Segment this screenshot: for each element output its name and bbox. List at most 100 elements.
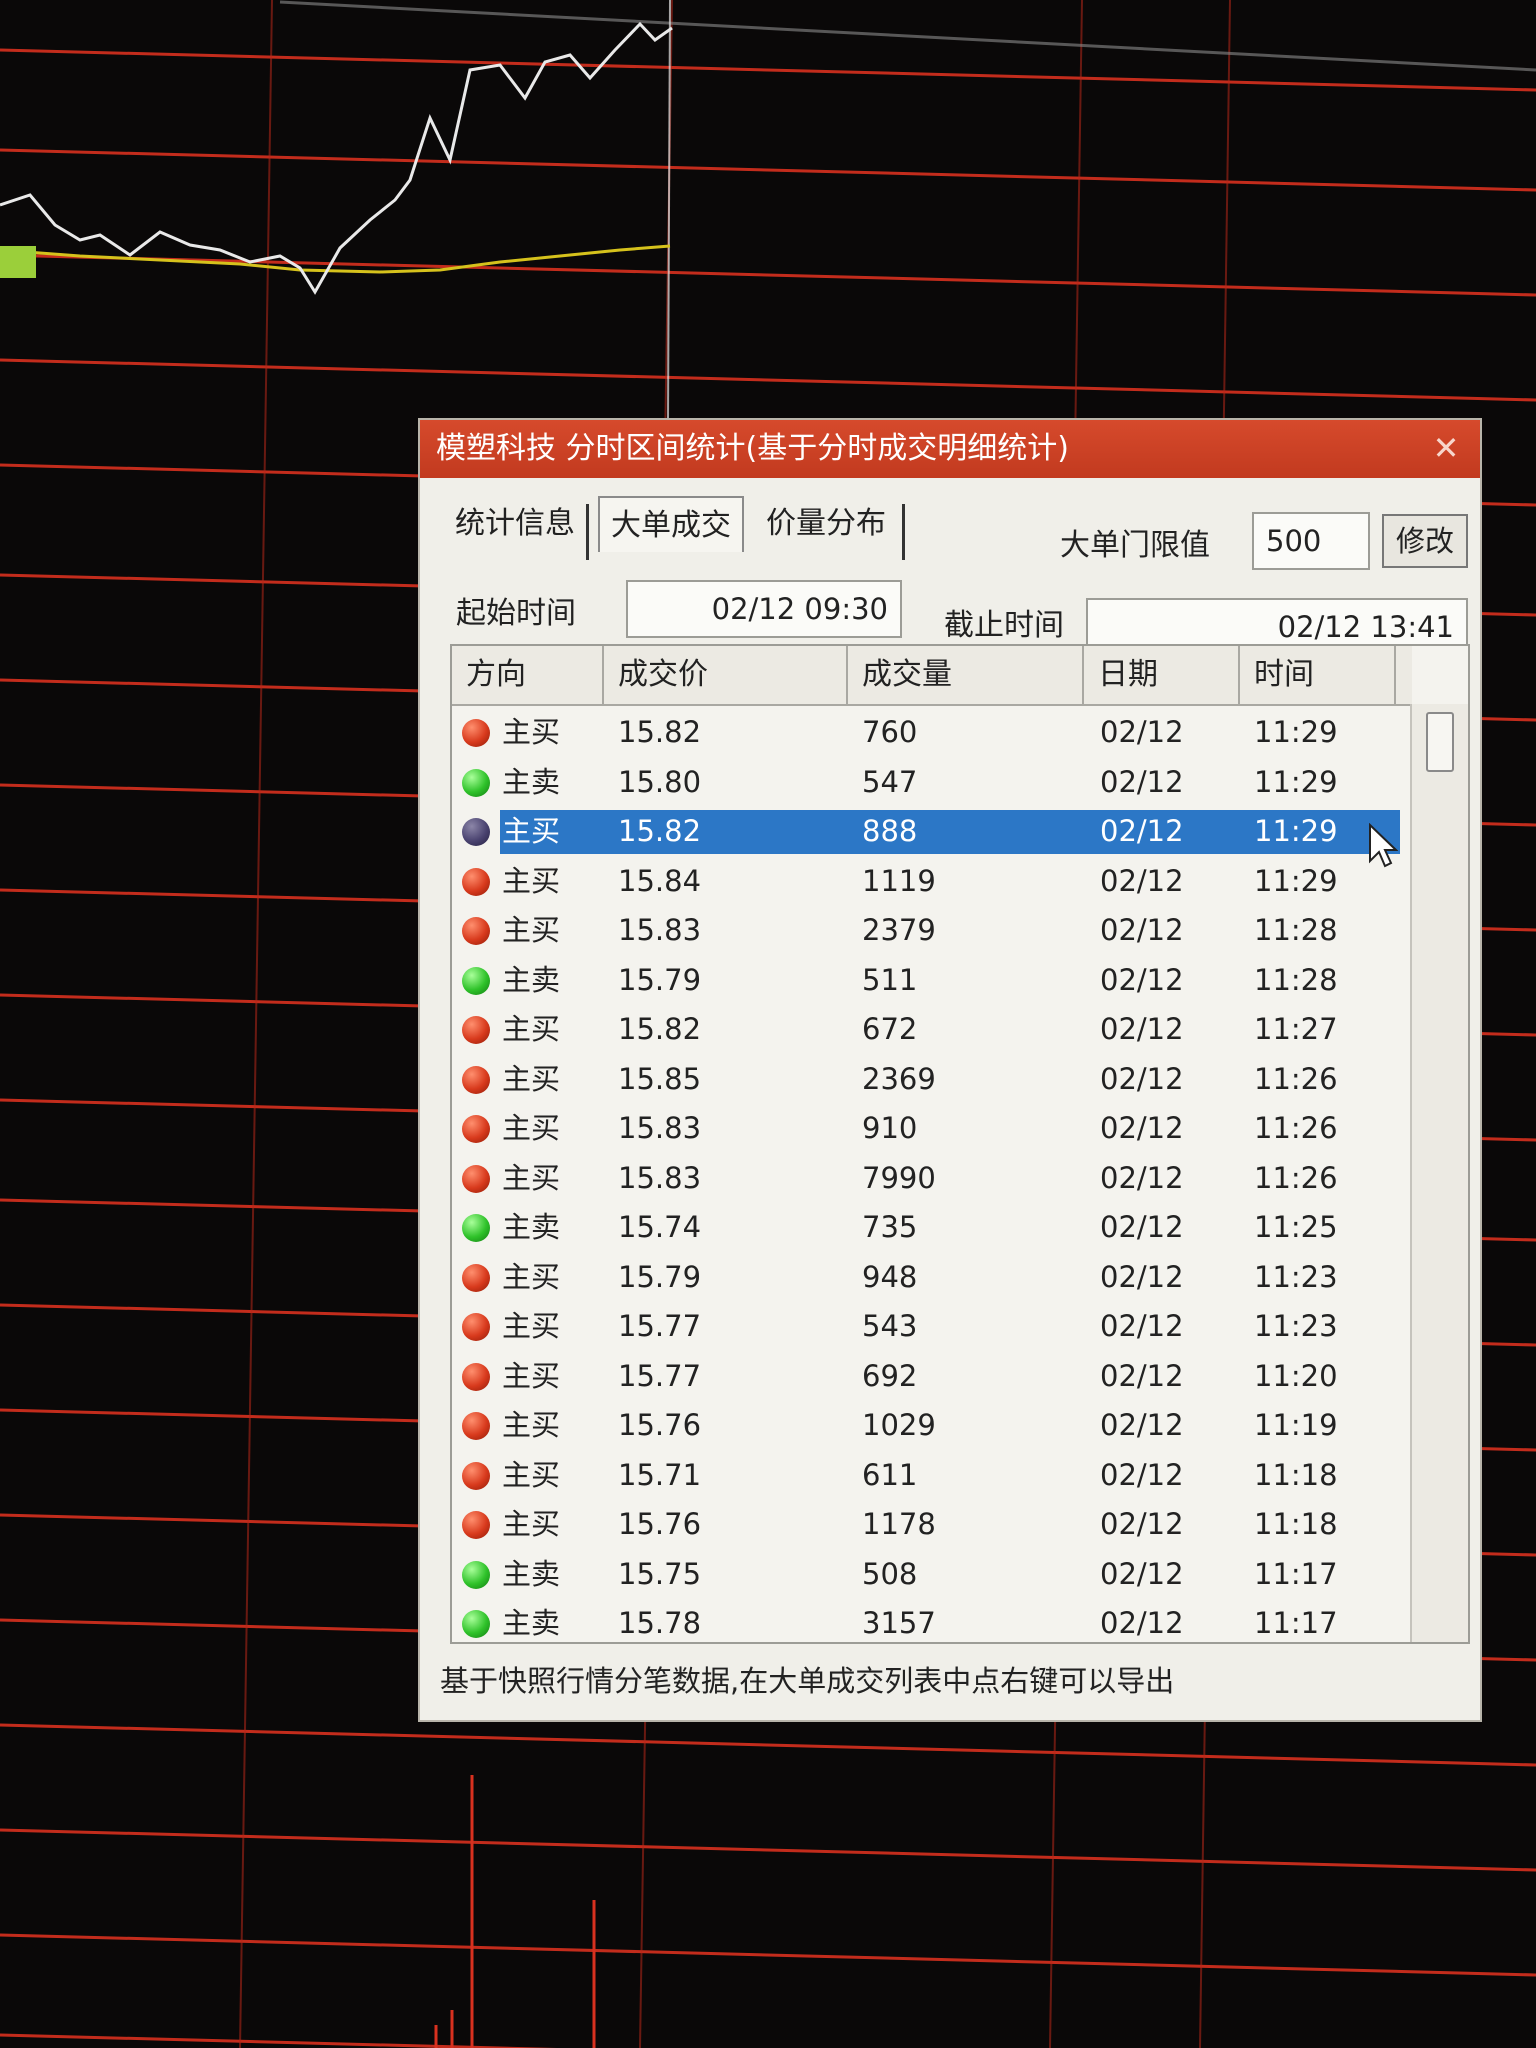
table-row[interactable]: 主卖 15.75 508 02/12 11:17 [452,1550,1412,1600]
table-row[interactable]: 主卖 15.78 3157 02/12 11:17 [452,1599,1412,1642]
cell-date: 02/12 [1100,1358,1184,1393]
cell-date: 02/12 [1100,1111,1184,1145]
column-header-direction[interactable]: 方向 [452,646,604,704]
modify-button[interactable]: 修改 [1382,514,1468,568]
tab-statistics-info[interactable]: 统计信息 [450,496,580,552]
cell-price: 15.76 [618,1408,702,1442]
cell-direction: 主买 [502,1507,561,1541]
cell-volume: 547 [862,764,918,799]
cell-volume: 511 [862,962,918,997]
cell-direction: 主买 [502,863,561,898]
table-row[interactable]: 主买 15.82 760 02/12 11:29 [452,708,1412,758]
cell-date: 02/12 [1100,913,1184,947]
table-row[interactable]: 主买 15.83 2379 02/12 11:28 [452,906,1412,956]
cell-volume: 611 [862,1457,918,1492]
column-header-volume[interactable]: 成交量 [848,646,1084,704]
cell-time: 11:26 [1254,1111,1338,1145]
vertical-scrollbar[interactable] [1410,704,1468,1642]
tab-price-volume-distribution[interactable]: 价量分布 [756,496,896,552]
cell-time: 11:29 [1254,715,1338,749]
buy-indicator-icon [462,867,490,896]
threshold-label: 大单门限值 [1060,528,1210,563]
cell-date: 02/12 [1100,1556,1184,1591]
cell-date: 02/12 [1100,1210,1184,1244]
start-time-field[interactable]: 02/12 09:30 [626,580,902,638]
cell-date: 02/12 [1100,1012,1184,1046]
cell-date: 02/12 [1100,1457,1184,1492]
sell-indicator-icon [462,1610,490,1638]
column-header-date[interactable]: 日期 [1084,646,1240,704]
cell-date: 02/12 [1100,1160,1184,1195]
table-row[interactable]: 主买 15.76 1178 02/12 11:18 [452,1500,1412,1550]
cell-date: 02/12 [1100,863,1184,898]
table-row[interactable]: 主买 15.83 7990 02/12 11:26 [452,1154,1412,1204]
cell-date: 02/12 [1100,962,1184,997]
table-header: 方向 成交价 成交量 日期 时间 [452,646,1412,706]
cell-price: 15.80 [618,764,702,799]
buy-indicator-icon [462,1016,490,1044]
table-row[interactable]: 主买 15.84 1119 02/12 11:29 [452,857,1412,907]
cell-volume: 692 [862,1358,918,1393]
cell-direction: 主买 [502,913,561,947]
cell-direction: 主卖 [502,1556,561,1591]
cell-direction: 主买 [502,1259,561,1294]
cell-price: 15.78 [618,1606,702,1640]
table-row[interactable]: 主买 15.77 692 02/12 11:20 [452,1352,1412,1402]
table-row[interactable]: 主买 15.82 888 02/12 11:29 [452,807,1412,857]
buy-indicator-icon [462,1511,490,1539]
column-header-time[interactable]: 时间 [1240,646,1396,704]
buy-indicator-icon [462,818,490,846]
table-row[interactable]: 主买 15.76 1029 02/12 11:19 [452,1401,1412,1451]
table-body: 主买 15.82 760 02/12 11:29 主卖 15.80 547 02/12 11:29… [452,708,1412,1642]
cell-price: 15.76 [618,1507,702,1541]
cell-time: 11:29 [1254,814,1338,848]
cell-volume: 508 [862,1556,918,1591]
cell-date: 02/12 [1100,764,1184,799]
cell-price: 15.74 [618,1210,702,1244]
cell-time: 11:28 [1254,962,1338,997]
cell-time: 11:23 [1254,1259,1338,1294]
scrollbar-thumb[interactable] [1426,712,1454,772]
cell-date: 02/12 [1100,1408,1184,1442]
table-row[interactable]: 主买 15.71 611 02/12 11:18 [452,1451,1412,1501]
cell-direction: 主买 [502,814,561,848]
cell-time: 11:17 [1254,1556,1338,1591]
cell-volume: 1178 [862,1507,936,1541]
table-row[interactable]: 主卖 15.80 547 02/12 11:29 [452,758,1412,808]
buy-indicator-icon [462,1412,490,1440]
sell-indicator-icon [462,1560,490,1589]
cell-date: 02/12 [1100,1309,1184,1343]
cell-volume: 543 [862,1309,918,1343]
table-row[interactable]: 主买 15.79 948 02/12 11:23 [452,1253,1412,1303]
cell-price: 15.83 [618,913,702,947]
dialog-title-text: 模塑科技 分时区间统计(基于分时成交明细统计) [436,431,1069,466]
close-icon[interactable]: ✕ [1426,428,1466,468]
table-row[interactable]: 主买 15.82 672 02/12 11:27 [452,1005,1412,1055]
buy-indicator-icon [462,1115,490,1143]
table-row[interactable]: 主卖 15.79 511 02/12 11:28 [452,956,1412,1006]
table-row[interactable]: 主买 15.77 543 02/12 11:23 [452,1302,1412,1352]
column-header-price[interactable]: 成交价 [604,646,848,704]
tab-large-orders[interactable]: 大单成交 [598,496,744,552]
cell-time: 11:18 [1254,1457,1338,1492]
cell-time: 11:17 [1254,1606,1338,1640]
cell-date: 02/12 [1100,1061,1184,1096]
threshold-input[interactable]: 500 [1252,512,1370,570]
cell-direction: 主买 [502,1457,561,1492]
table-row[interactable]: 主买 15.83 910 02/12 11:26 [452,1104,1412,1154]
cell-price: 15.82 [618,1012,702,1046]
cell-volume: 888 [862,814,918,848]
cell-price: 15.75 [618,1556,702,1591]
cell-price: 15.85 [618,1061,702,1096]
start-time-label: 起始时间 [456,596,576,631]
interval-statistics-dialog: 模塑科技 分时区间统计(基于分时成交明细统计) ✕ 统计信息 大单成交 价量分布… [420,420,1480,1720]
cell-time: 11:26 [1254,1160,1338,1195]
tab-separator [586,504,589,560]
table-row[interactable]: 主买 15.85 2369 02/12 11:26 [452,1055,1412,1105]
cell-time: 11:29 [1254,764,1338,799]
cell-price: 15.82 [618,814,702,848]
cell-direction: 主买 [502,1309,561,1343]
table-row[interactable]: 主卖 15.74 735 02/12 11:25 [452,1203,1412,1253]
cell-direction: 主买 [502,1012,561,1046]
cell-volume: 735 [862,1210,918,1244]
